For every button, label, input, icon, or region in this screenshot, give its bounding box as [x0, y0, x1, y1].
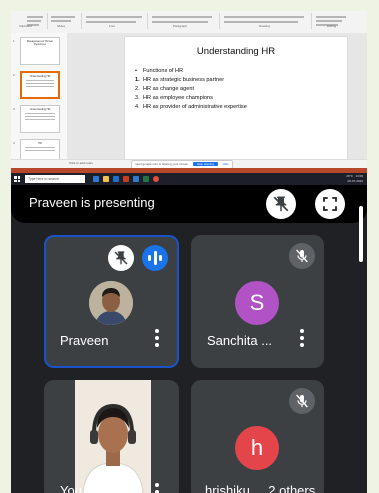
slide-thumbnail[interactable]: Management of Human Resources	[20, 37, 60, 65]
edge-icon[interactable]	[93, 176, 99, 182]
ribbon-group-font[interactable]: Font	[83, 13, 148, 29]
more-options-icon[interactable]	[300, 329, 304, 350]
camera-feed	[75, 380, 151, 493]
shared-screen[interactable]: Clipboard Slides Font Paragraph Drawing	[11, 11, 367, 185]
ribbon-group-paragraph[interactable]: Paragraph	[149, 13, 220, 29]
slide-thumbnails: 1 Management of Human Resources 2 Unders…	[11, 33, 68, 169]
fullscreen-button[interactable]	[315, 189, 345, 219]
avatar: S	[235, 281, 279, 325]
excel-icon[interactable]	[143, 176, 149, 182]
avatar	[89, 281, 133, 325]
bullet-item: 1. HR as strategic business partner	[135, 77, 225, 83]
mic-off-icon	[289, 243, 315, 269]
participant-tile-you[interactable]: You	[44, 380, 179, 493]
others-count-label: 2 others	[264, 483, 320, 493]
presenting-label: Praveen is presenting	[29, 195, 155, 210]
participant-name: You	[60, 483, 82, 493]
ribbon-group-editing[interactable]: Editing	[313, 13, 363, 29]
participant-tile-others[interactable]: h hrishiku... 2 others	[191, 380, 324, 493]
stop-sharing-button[interactable]: Stop sharing	[192, 162, 218, 166]
more-options-icon[interactable]	[155, 483, 159, 493]
participant-tile-praveen[interactable]: Praveen	[44, 235, 179, 368]
system-tray[interactable]: 29°C 13:06 06-07-2022	[346, 174, 363, 184]
speaking-indicator-icon	[142, 245, 168, 271]
powerpoint-icon[interactable]	[123, 176, 129, 182]
hide-banner-button[interactable]: Hide	[223, 162, 229, 166]
pin-off-icon	[273, 196, 289, 212]
more-options-icon[interactable]	[155, 329, 159, 350]
ribbon-group-clipboard[interactable]: Clipboard	[13, 13, 48, 29]
bullet-item: 2. HR as change agent	[135, 86, 194, 92]
participant-name: hrishiku... 2 others	[205, 483, 320, 493]
current-slide[interactable]: Understanding HR • Functions of HR 1. HR a…	[125, 37, 347, 163]
slide-canvas: Understanding HR • Functions of HR 1. HR a…	[67, 33, 367, 169]
pin-off-icon	[114, 251, 128, 265]
bullet-item: 3. HR as employee champions	[135, 95, 213, 101]
ppt-ribbon: Clipboard Slides Font Paragraph Drawing	[11, 11, 367, 34]
bullet-item: • Functions of HR	[135, 68, 184, 74]
scrollbar[interactable]	[359, 206, 363, 262]
outlook-icon[interactable]	[113, 176, 119, 182]
slide-thumbnail-selected[interactable]: Understanding HR	[20, 71, 60, 99]
word-icon[interactable]	[133, 176, 139, 182]
taskbar-search[interactable]: Type here to search	[25, 175, 85, 183]
participant-name: Praveen	[60, 333, 109, 348]
presenting-bar: Praveen is presenting	[11, 185, 367, 223]
slide-thumbnail[interactable]: Understanding HR	[20, 105, 60, 133]
ribbon-group-drawing[interactable]: Drawing	[221, 13, 312, 29]
participant-tile-sanchita[interactable]: S Sanchita ...	[191, 235, 324, 368]
meet-app: Clipboard Slides Font Paragraph Drawing	[11, 11, 367, 493]
slide-bullets: • Functions of HR 1. HR as strategic busin…	[135, 67, 247, 112]
participant-name: Sanchita ...	[207, 333, 273, 348]
fullscreen-icon	[323, 197, 337, 211]
ppt-status-bar: Click to add notes meet.google.com is sh…	[11, 159, 367, 169]
ribbon-group-slides[interactable]: Slides	[49, 13, 82, 29]
pin-button[interactable]	[108, 245, 134, 271]
windows-taskbar: Type here to search 29°C 13:06 06-07-202…	[11, 173, 367, 185]
bullet-item: 4. HR as provider of administrative exper…	[135, 104, 247, 110]
unpin-presentation-button[interactable]	[266, 189, 296, 219]
chrome-icon[interactable]	[153, 176, 159, 182]
slide-title: Understanding HR	[196, 46, 276, 57]
notes-placeholder[interactable]: Click to add notes	[69, 161, 93, 165]
mic-off-icon	[289, 388, 315, 414]
explorer-icon[interactable]	[103, 176, 109, 182]
avatar: h	[235, 426, 279, 470]
windows-logo-icon[interactable]	[14, 176, 20, 182]
share-banner-text: meet.google.com is sharing your screen.	[135, 162, 190, 166]
